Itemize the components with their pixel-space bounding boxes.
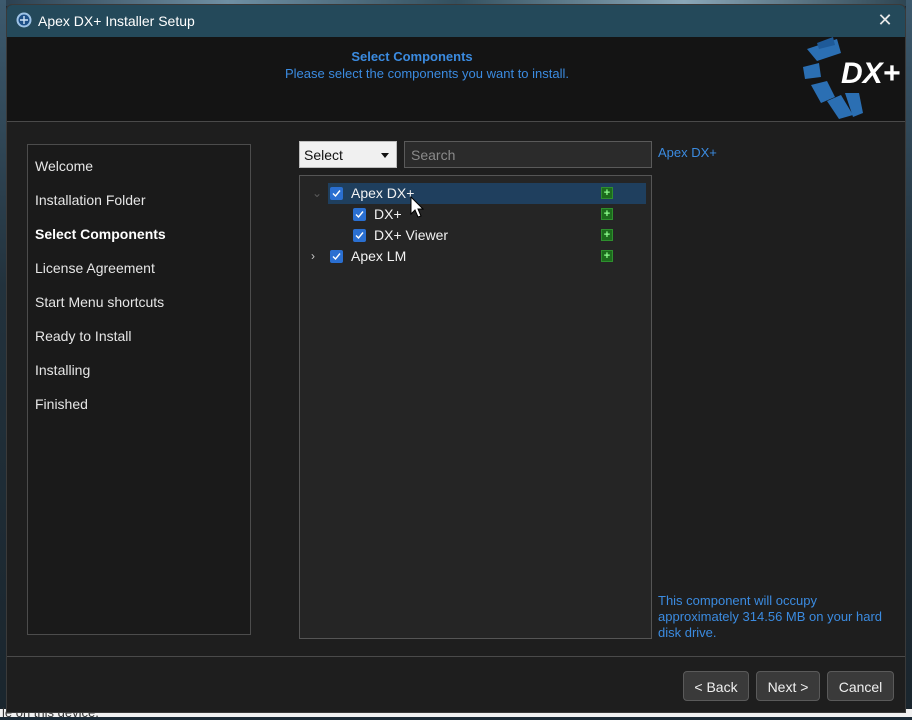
step-finished: Finished	[35, 396, 88, 412]
window-title: Apex DX+ Installer Setup	[38, 13, 195, 29]
next-button[interactable]: Next >	[756, 671, 820, 701]
checkbox-dx[interactable]	[353, 208, 366, 221]
tree-item-label: Apex LM	[351, 248, 407, 264]
chevron-right-icon[interactable]: ›	[311, 250, 323, 262]
search-input[interactable]	[404, 141, 652, 168]
close-icon[interactable]: ✕	[877, 11, 893, 29]
checkmark-icon	[355, 232, 364, 240]
tree-item-dx-viewer[interactable]: DX+ Viewer +	[300, 225, 651, 246]
cancel-button[interactable]: Cancel	[827, 671, 894, 701]
mouse-cursor-icon	[410, 196, 425, 218]
installer-window: Apex DX+ Installer Setup ✕ Select Compon…	[6, 4, 906, 713]
footer-divider	[7, 656, 905, 657]
chevron-down-icon	[381, 153, 389, 158]
chevron-down-icon[interactable]: ⌄	[312, 187, 324, 199]
checkbox-apex-dx[interactable]	[330, 187, 343, 200]
page-title: Select Components	[351, 49, 473, 64]
page-subtitle: Please select the components you want to…	[285, 66, 569, 81]
components-tree: ⌄ Apex DX+ + DX+ + DX+ Viewer + › Apex L…	[299, 175, 652, 639]
checkbox-apex-lm[interactable]	[330, 250, 343, 263]
step-installation-folder: Installation Folder	[35, 192, 146, 208]
desktop-background-right	[906, 0, 912, 717]
checkmark-icon	[332, 253, 341, 261]
disk-space-info: This component will occupy approximately…	[658, 593, 883, 640]
page-header: Select Components Please select the comp…	[7, 37, 905, 121]
tree-item-label: Apex DX+	[351, 185, 415, 201]
dx-logo: DX+	[803, 37, 900, 119]
tree-item-label: DX+ Viewer	[374, 227, 449, 243]
tree-item-apex-dx[interactable]: ⌄ Apex DX+ +	[300, 183, 651, 204]
component-description-title: Apex DX+	[658, 145, 717, 160]
header-divider	[7, 121, 905, 122]
step-welcome: Welcome	[35, 158, 94, 174]
step-ready-to-install: Ready to Install	[35, 328, 132, 344]
add-icon[interactable]: +	[601, 187, 613, 199]
select-dropdown-value: Select	[304, 147, 343, 163]
add-icon[interactable]: +	[601, 229, 613, 241]
logo-text: DX+	[841, 57, 900, 90]
add-icon[interactable]: +	[601, 208, 613, 220]
step-installing: Installing	[35, 362, 91, 378]
select-dropdown[interactable]: Select	[299, 141, 397, 168]
tree-item-label: DX+	[374, 206, 402, 222]
step-select-components: Select Components	[35, 226, 166, 242]
app-icon	[16, 12, 32, 28]
back-button[interactable]: < Back	[683, 671, 749, 701]
checkmark-icon	[332, 190, 341, 198]
tree-item-apex-lm[interactable]: › Apex LM +	[300, 246, 651, 267]
step-license-agreement: License Agreement	[35, 260, 155, 276]
tree-item-dx[interactable]: DX+ +	[300, 204, 651, 225]
add-icon[interactable]: +	[601, 250, 613, 262]
steps-sidebar: Welcome Installation Folder Select Compo…	[27, 144, 251, 635]
title-bar[interactable]: Apex DX+ Installer Setup ✕	[7, 5, 905, 37]
checkbox-dx-viewer[interactable]	[353, 229, 366, 242]
step-start-menu-shortcuts: Start Menu shortcuts	[35, 294, 165, 310]
checkmark-icon	[355, 211, 364, 219]
